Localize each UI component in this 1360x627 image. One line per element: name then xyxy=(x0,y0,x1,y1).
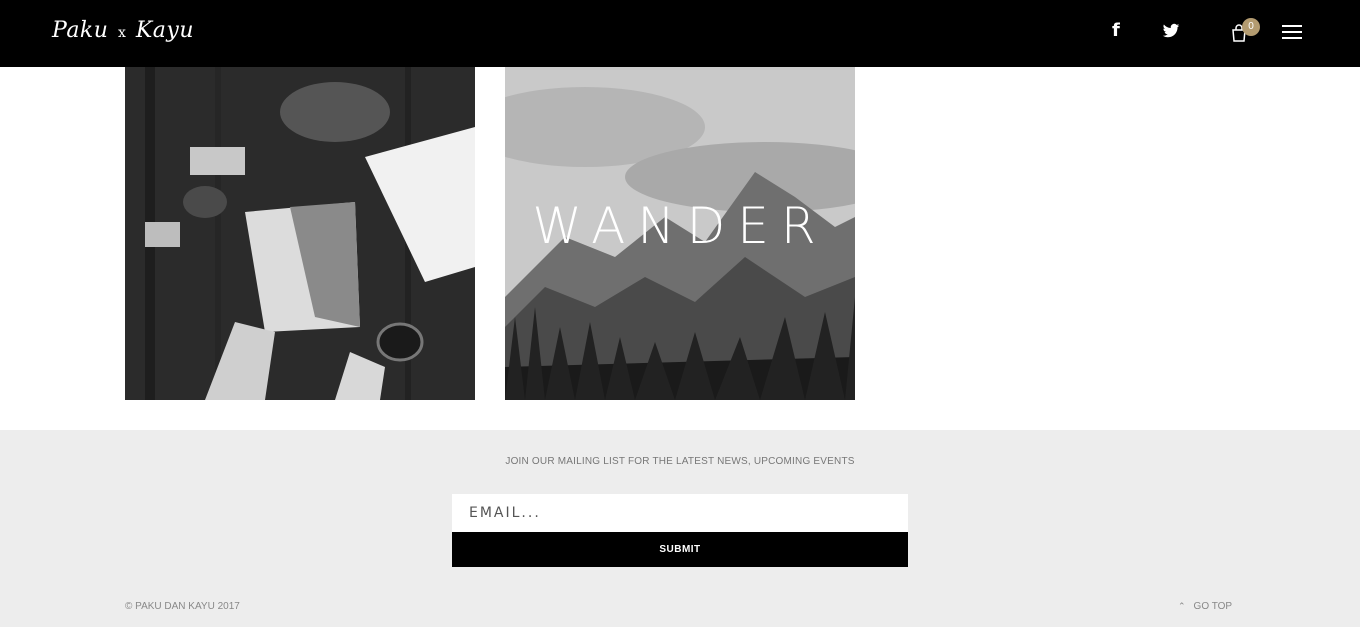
copyright-text: © PAKU DAN KAYU 2017 xyxy=(125,601,240,612)
site-logo[interactable]: Paku x Kayu xyxy=(52,18,194,43)
go-top-label: GO TOP xyxy=(1193,601,1233,612)
twitter-icon[interactable] xyxy=(1162,20,1180,42)
logo-separator: x xyxy=(117,25,127,41)
facebook-icon[interactable]: f xyxy=(1112,20,1120,42)
gallery-image-desk[interactable] xyxy=(125,67,475,400)
submit-button[interactable]: SUBMIT xyxy=(452,532,908,567)
email-field[interactable] xyxy=(452,494,908,532)
site-header: Paku x Kayu f 0 xyxy=(0,0,1360,67)
mailing-list-label: JOIN OUR MAILING LIST FOR THE LATEST NEW… xyxy=(505,456,855,467)
logo-word-1: Paku xyxy=(52,18,109,43)
desk-reading-photo xyxy=(125,67,475,400)
menu-icon[interactable] xyxy=(1282,25,1302,41)
wander-overlay-text: WANDER xyxy=(532,197,828,255)
logo-word-2: Kayu xyxy=(135,18,194,43)
site-footer: JOIN OUR MAILING LIST FOR THE LATEST NEW… xyxy=(0,430,1360,627)
gallery-image-wander[interactable]: WANDER xyxy=(505,67,855,400)
go-top-link[interactable]: ⌃ GO TOP xyxy=(1178,601,1232,612)
chevron-up-icon: ⌃ xyxy=(1178,601,1186,611)
cart-count-badge: 0 xyxy=(1242,18,1260,36)
